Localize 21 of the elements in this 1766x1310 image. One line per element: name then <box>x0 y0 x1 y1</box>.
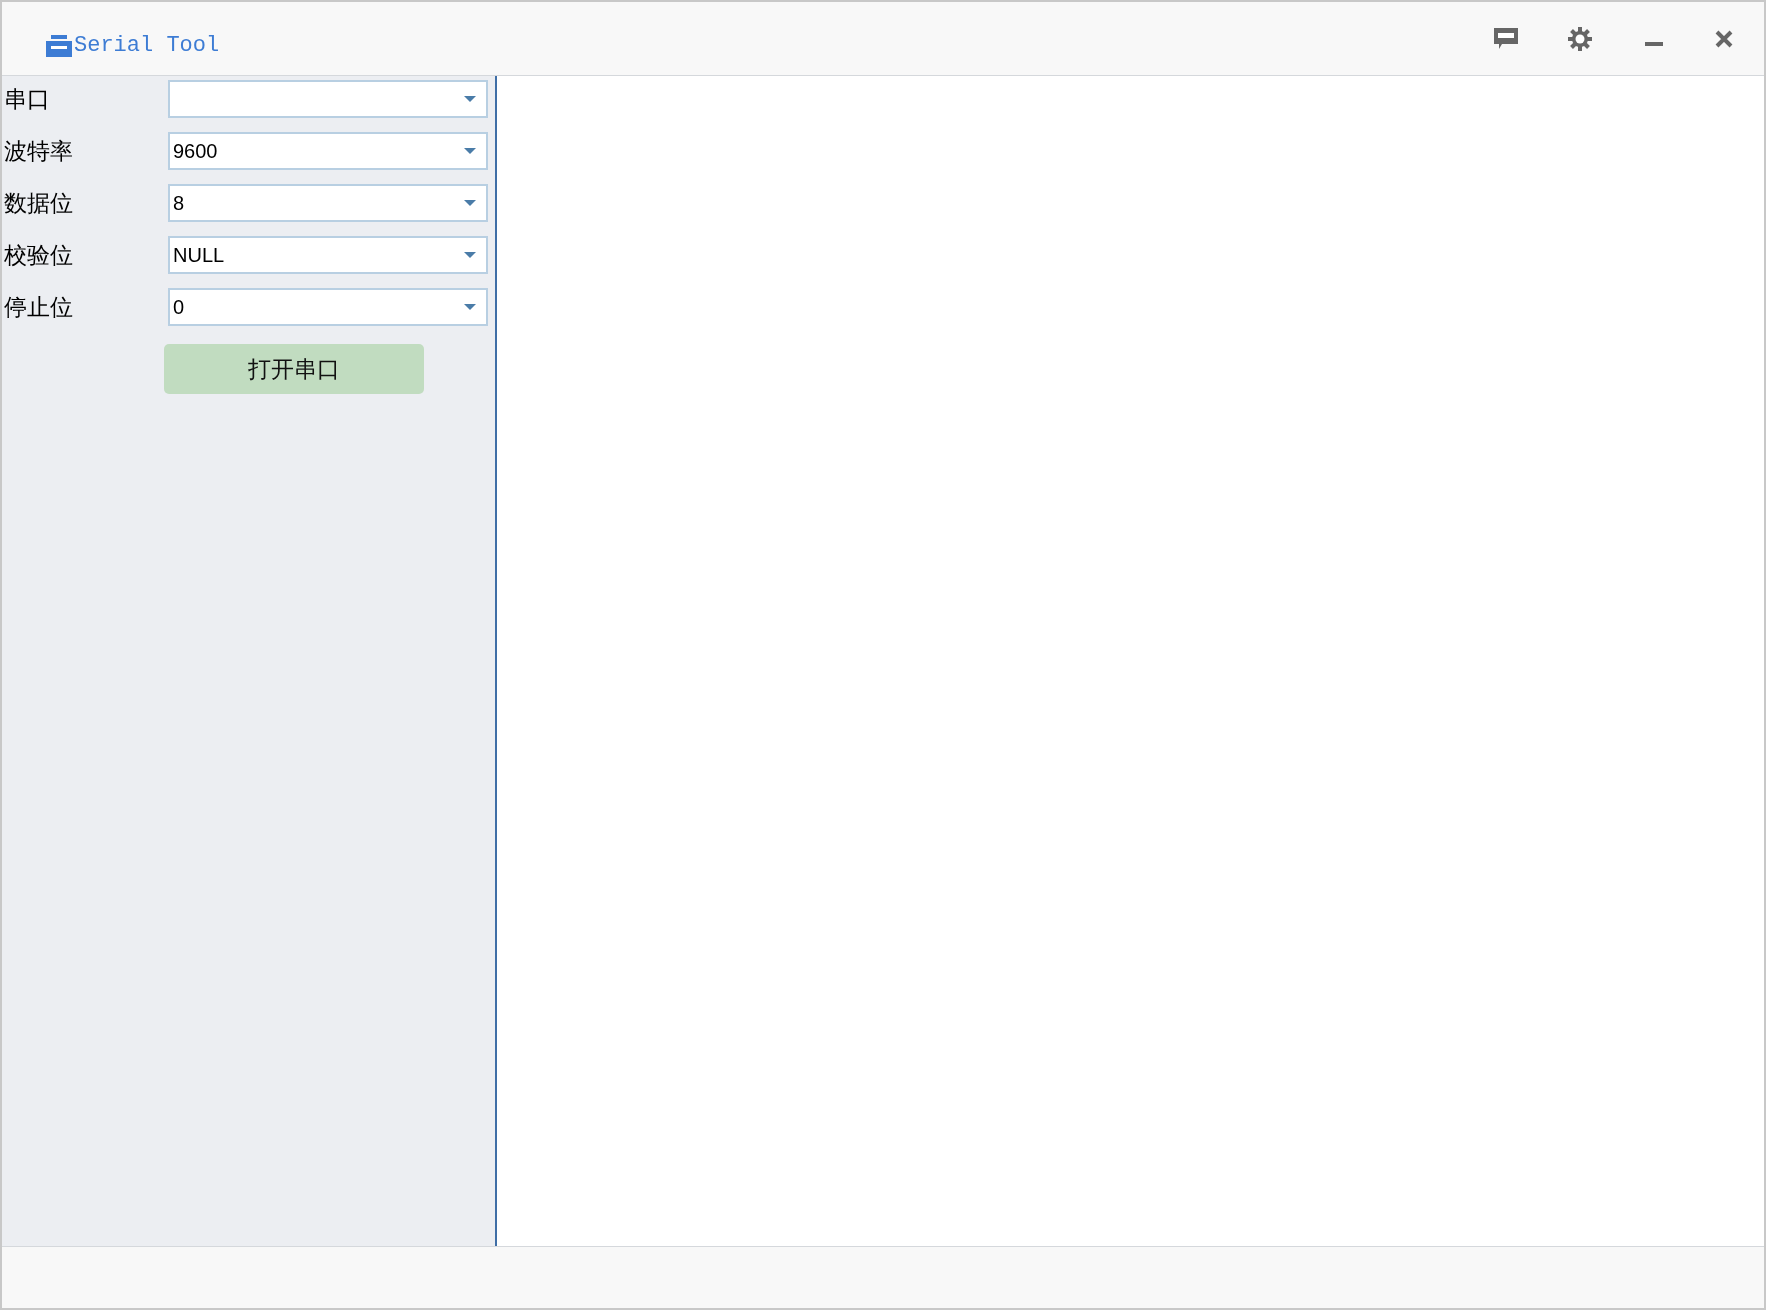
window-title: Serial Tool <box>74 32 220 60</box>
close-icon[interactable] <box>1715 29 1733 48</box>
field-label: 数据位 <box>3 188 74 218</box>
dropdown-arrow-icon <box>464 252 476 258</box>
dropdown-field[interactable]: NULL <box>168 236 488 274</box>
field-label: 串口 <box>3 84 51 114</box>
printer-icon <box>46 34 72 57</box>
dropdown-arrow-icon <box>464 200 476 206</box>
dropdown-field[interactable]: 0 <box>168 288 488 326</box>
field-label: 停止位 <box>3 292 74 322</box>
message-icon[interactable] <box>1494 27 1518 50</box>
dropdown-arrow-icon <box>464 304 476 310</box>
open-port-button[interactable]: 打开串口 <box>164 344 424 394</box>
field-label: 波特率 <box>3 136 74 166</box>
field-label: 校验位 <box>3 240 74 270</box>
minimize-icon[interactable] <box>1645 41 1663 46</box>
dropdown-field[interactable]: 8 <box>168 184 488 222</box>
dropdown-arrow-icon <box>464 96 476 102</box>
dropdown-field[interactable]: 9600 <box>168 132 488 170</box>
dropdown-arrow-icon <box>464 148 476 154</box>
dropdown-field[interactable] <box>168 80 488 118</box>
